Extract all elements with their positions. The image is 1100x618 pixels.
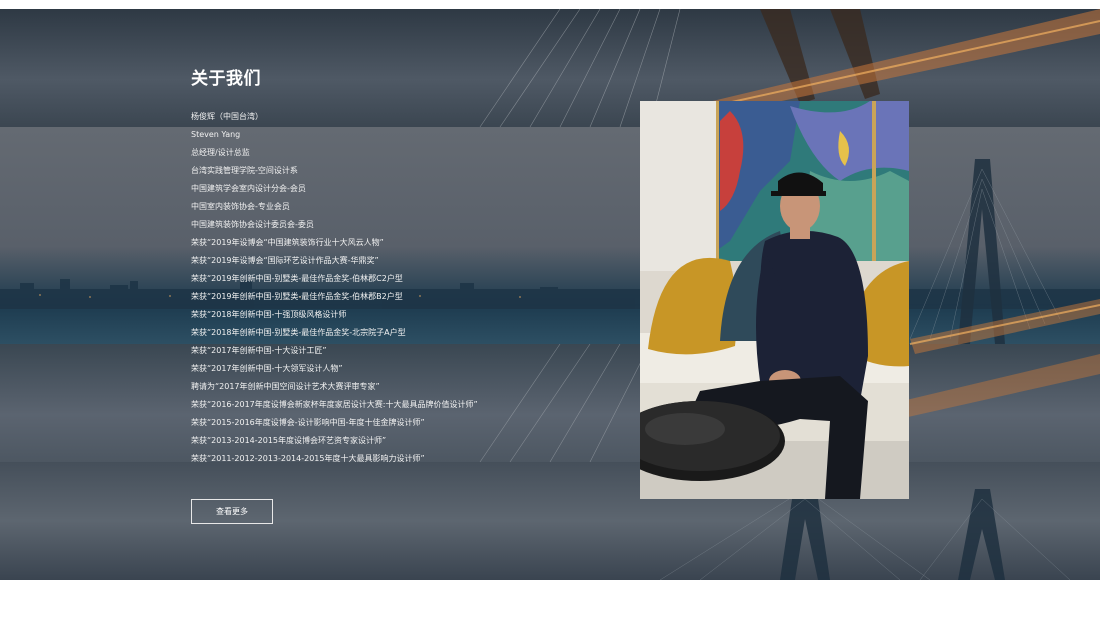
bio-line: 荣获“2019年创新中国-别墅类-最佳作品金奖-伯林郡C2户型 <box>191 274 403 283</box>
section-title: 关于我们 <box>191 69 261 89</box>
bio-list: 杨俊辉（中国台湾） Steven Yang 总经理/设计总监 台湾实践管理学院-… <box>191 108 478 468</box>
bio-line: 杨俊辉（中国台湾） <box>191 112 263 121</box>
bio-line: 荣获“2019年设博会“中国建筑装饰行业十大风云人物” <box>191 238 384 247</box>
view-more-button[interactable]: 查看更多 <box>191 499 273 524</box>
bio-line: 荣获“2017年创新中国-十大设计工匠” <box>191 346 327 355</box>
bio-line: Steven Yang <box>191 130 241 139</box>
bio-line: 荣获“2018年创新中国-别墅类-最佳作品金奖-北宗院子A户型 <box>191 328 406 337</box>
bio-line: 荣获“2018年创新中国-十强顶级风格设计师 <box>191 310 347 319</box>
person-portrait-icon <box>640 101 909 499</box>
bio-line: 荣获“2015-2016年度设博会-设计影响中国-年度十佳金牌设计师” <box>191 418 425 427</box>
bio-line: 聘请为“2017年创新中国空间设计艺术大赛评审专家” <box>191 382 380 391</box>
bio-line: 荣获“2019年创新中国-别墅类-最佳作品金奖-伯林郡B2户型 <box>191 292 403 301</box>
designer-portrait-photo <box>640 101 909 499</box>
bio-line: 中国建筑学会室内设计分会-会员 <box>191 184 306 193</box>
bio-line: 总经理/设计总监 <box>191 148 250 157</box>
bio-line: 荣获“2019年设博会“国际环艺设计作品大赛-华鼎奖” <box>191 256 379 265</box>
about-hero-section: 关于我们 杨俊辉（中国台湾） Steven Yang 总经理/设计总监 台湾实践… <box>0 9 1100 580</box>
bio-line: 荣获“2013-2014-2015年度设博会环艺资专家设计师” <box>191 436 387 445</box>
bio-line: 台湾实践管理学院-空间设计系 <box>191 166 298 175</box>
bio-line: 中国建筑装饰协会设计委员会-委员 <box>191 220 314 229</box>
bio-line: 荣获“2017年创新中国-十大领军设计人物” <box>191 364 343 373</box>
bridge-background-art <box>0 9 1100 580</box>
bio-line: 荣获“2016-2017年度设博会新家杯年度家居设计大赛:十大最具品牌价值设计师… <box>191 400 478 409</box>
bio-line: 中国室内装饰协会-专业会员 <box>191 202 290 211</box>
bio-line: 荣获“2011-2012-2013-2014-2015年度十大最具影响力设计师” <box>191 454 425 463</box>
